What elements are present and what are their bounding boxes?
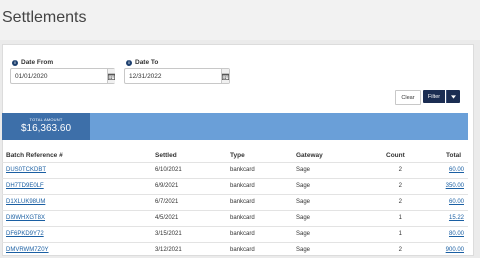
total-link[interactable]: 350.00 <box>446 183 464 189</box>
calendar-icon <box>222 73 229 80</box>
date-from-field <box>10 68 115 84</box>
batch-reference-link[interactable]: DMVRWM7Z0Y <box>6 247 49 253</box>
settled-date: 6/7/2021 <box>155 199 179 205</box>
batch-reference-link[interactable]: D1XLUK98UM <box>6 199 45 205</box>
type-value: bankcard <box>230 199 255 205</box>
type-value: bankcard <box>230 167 255 173</box>
count-value: 2 <box>398 167 402 173</box>
date-to-label-text: Date To <box>135 59 159 66</box>
calendar-icon <box>108 73 115 80</box>
gateway-value: Sage <box>296 215 311 221</box>
caret-down-icon <box>451 94 456 99</box>
column-header-total[interactable]: Total <box>446 152 461 159</box>
total-amount-value: $16,363.60 <box>20 123 72 134</box>
settled-date: 3/12/2021 <box>155 247 182 253</box>
count-value: 2 <box>398 247 402 253</box>
clear-button[interactable]: Clear <box>395 90 421 105</box>
settled-date: 4/5/2021 <box>155 215 179 221</box>
gateway-value: Sage <box>296 199 311 205</box>
type-value: bankcard <box>230 231 255 237</box>
type-value: bankcard <box>230 247 255 253</box>
total-link[interactable]: 60.00 <box>449 199 464 205</box>
settled-date: 6/10/2021 <box>155 167 182 173</box>
total-link[interactable]: 900.00 <box>446 247 464 253</box>
settled-date: 6/9/2021 <box>155 183 179 189</box>
total-amount-label: TOTAL AMOUNT <box>29 117 63 122</box>
total-link[interactable]: 15.22 <box>449 215 464 221</box>
gateway-value: Sage <box>296 247 311 253</box>
count-value: 2 <box>398 199 402 205</box>
batch-reference-link[interactable]: DF6PKD9Y72 <box>6 231 44 237</box>
total-amount-box: TOTAL AMOUNT $16,363.60 <box>2 113 90 140</box>
count-value: 2 <box>398 183 402 189</box>
date-from-input[interactable] <box>11 69 107 83</box>
settled-date: 3/15/2021 <box>155 231 182 237</box>
date-from-label-text: Date From <box>21 59 54 66</box>
column-header-type[interactable]: Type <box>230 152 245 159</box>
column-header-settled[interactable]: Settled <box>155 152 177 159</box>
table-row: DH7TD9E0LF 6/9/2021 bankcard Sage 2 350.00 <box>2 178 468 194</box>
batch-reference-link[interactable]: DI9WHXGT8X <box>6 215 45 221</box>
info-icon: i <box>126 59 132 66</box>
type-value: bankcard <box>230 183 255 189</box>
column-header-batch-reference[interactable]: Batch Reference # <box>6 152 63 159</box>
page-header: Settlements <box>0 0 480 40</box>
count-value: 1 <box>398 231 402 237</box>
filter-dropdown-toggle[interactable] <box>446 90 460 103</box>
total-link[interactable]: 60.00 <box>449 167 464 173</box>
date-from-calendar-button[interactable] <box>107 69 115 83</box>
table-row: DF6PKD9Y72 3/15/2021 bankcard Sage 1 80.00 <box>2 226 468 242</box>
date-to-calendar-button[interactable] <box>221 69 229 83</box>
date-from-label: i Date From <box>12 59 53 66</box>
column-header-gateway[interactable]: Gateway <box>296 152 323 159</box>
batch-reference-link[interactable]: DH7TD9E0LF <box>6 183 44 189</box>
table-row: D1XLUK98UM 6/7/2021 bankcard Sage 2 60.00 <box>2 194 468 210</box>
date-to-field <box>124 68 230 84</box>
gateway-value: Sage <box>296 167 311 173</box>
filter-button[interactable]: Filter <box>423 90 445 103</box>
info-icon: i <box>12 59 18 66</box>
gateway-value: Sage <box>296 183 311 189</box>
column-header-count[interactable]: Count <box>386 152 405 159</box>
gateway-value: Sage <box>296 231 311 237</box>
total-link[interactable]: 80.00 <box>449 231 464 237</box>
date-to-label: i Date To <box>126 59 158 66</box>
table-row: DI9WHXGT8X 4/5/2021 bankcard Sage 1 15.22 <box>2 210 468 226</box>
date-to-input[interactable] <box>125 69 221 83</box>
count-value: 1 <box>398 215 402 221</box>
summary-bar: TOTAL AMOUNT $16,363.60 <box>2 113 468 140</box>
table-row: DUS0TCKDBT 6/10/2021 bankcard Sage 2 60.00 <box>2 162 468 178</box>
type-value: bankcard <box>230 215 255 221</box>
batch-reference-link[interactable]: DUS0TCKDBT <box>6 167 46 173</box>
page-title: Settlements <box>2 9 87 26</box>
